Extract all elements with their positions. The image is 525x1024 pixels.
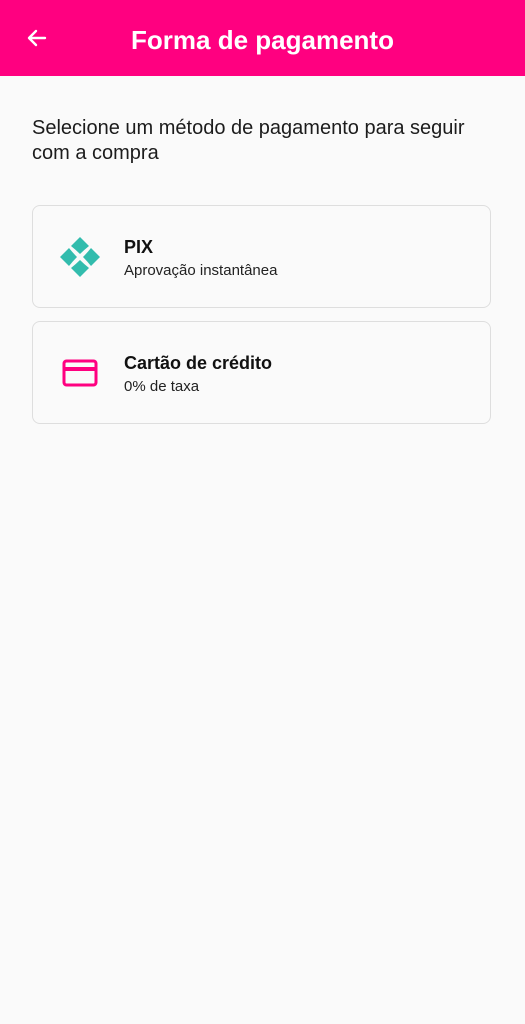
back-button[interactable] (18, 19, 56, 57)
credit-card-icon (59, 352, 101, 394)
payment-option-credit-card[interactable]: Cartão de crédito 0% de taxa (32, 321, 491, 424)
app-bar: Forma de pagamento (0, 0, 525, 76)
instruction-text: Selecione um método de pagamento para se… (32, 117, 465, 164)
pix-icon (59, 236, 101, 278)
page-title: Forma de pagamento (131, 25, 394, 55)
payment-option-subtitle: 0% de taxa (124, 378, 200, 395)
arrow-left-icon (27, 29, 47, 47)
payment-option-title: Cartão de crédito (124, 353, 273, 373)
payment-option-subtitle: Aprovação instantânea (124, 262, 278, 279)
payment-option-pix[interactable]: PIX Aprovação instantânea (32, 205, 491, 308)
payment-option-title: PIX (124, 237, 154, 257)
